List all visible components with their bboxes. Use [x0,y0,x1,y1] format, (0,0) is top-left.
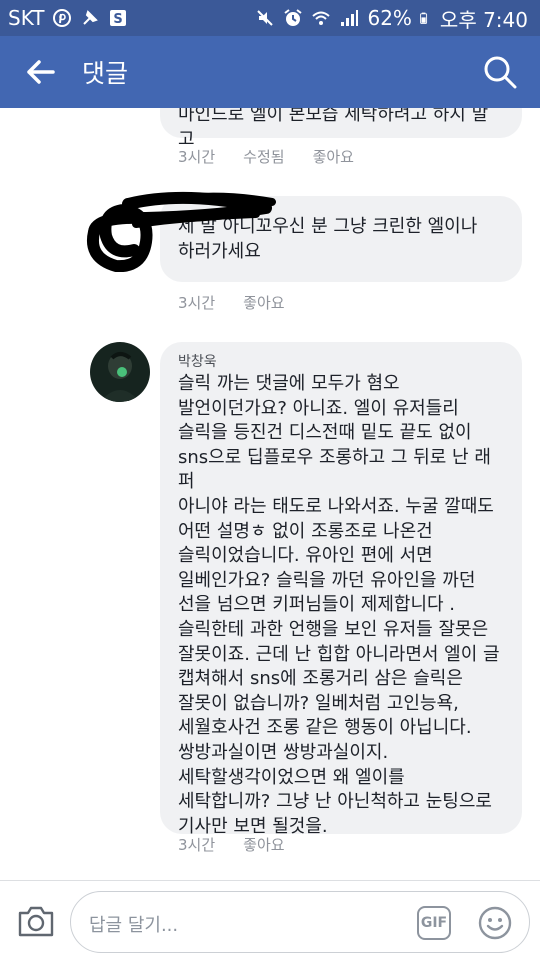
comment-text-line: 슬릭한테 과한 언행을 보인 유저들 잘못은 [178,618,489,640]
pinterest-icon [53,9,72,27]
carrier-label: SKT [8,6,45,30]
reply-composer: 답글 달기... GIF [0,880,540,960]
comment-text-line: 슬릭이었습니다. 유아인 편에 서면 [178,545,433,567]
app-header: 댓글 [0,36,540,108]
signal-icon [341,10,359,26]
back-arrow-icon [27,60,55,84]
comment-meta: 3시간 수정됨 좋아요 [178,146,354,167]
comment-text-line: 슬릭 까는 댓글에 모두가 혐오 [178,373,400,394]
status-left: SKT S [8,6,128,30]
comments-list: 마인드로 엘이 본모습 세탁하려고 하지 말고 3시간 수정됨 좋아요 제 말 … [0,108,540,880]
camera-icon [18,906,54,937]
s-app-icon: S [110,10,127,27]
reply-input[interactable]: 답글 달기... GIF [70,891,530,953]
comment-text-line: 슬릭을 등진건 디스전때 밑도 끝도 없이 [178,422,472,444]
gif-button[interactable]: GIF [417,906,451,940]
reply-input-placeholder: 답글 달기... [89,915,179,936]
like-button[interactable]: 좋아요 [243,292,284,313]
avatar[interactable] [90,342,150,402]
comment-text-line: 잘못이 없습니까? 일베처럼 고인능욕, [178,692,459,714]
comment-edited[interactable]: 수정됨 [243,146,284,167]
comment-time[interactable]: 3시간 [178,292,215,313]
comment-time[interactable]: 3시간 [178,834,215,855]
comment-text-line: 일베인가요? 슬릭을 까던 유아인을 까던 [178,569,476,591]
comment-meta: 3시간 좋아요 [178,834,285,855]
comment-author[interactable]: 박창욱 [178,352,504,372]
camera-button[interactable] [16,903,56,939]
wifi-icon [312,11,331,25]
comment-text-line: 세탁합니까? 그냥 난 아닌척하고 눈팅으로 [178,791,492,813]
emoji-icon [478,906,512,940]
pin-icon [83,10,99,25]
redaction-scribble [87,191,276,272]
battery-icon [420,12,427,24]
comment-text-line: 어떤 설명ㅎ 없이 조롱조로 나온건 [178,520,433,542]
status-bar: SKT S 62% 오후 7:40 [0,0,540,36]
comment-text-line: 쌍방과실이면 쌍방과실이지. [178,741,389,763]
alarm-icon [284,9,303,26]
page-title: 댓글 [82,59,129,88]
mute-icon [257,10,274,26]
comment-text-line: 발언이던가요? 아니죠. 엘이 유저들리 [178,397,459,419]
comment-text-line: 잘못이죠. 근데 난 힙합 아니라면서 엘이 글 [178,643,500,665]
status-right: 62% 오후 7:40 [255,4,528,33]
like-button[interactable]: 좋아요 [243,834,284,855]
gif-icon: GIF [420,915,448,931]
comment-text-line: sns으로 딥플로우 조롱하고 그 뒤로 난 래퍼 [178,446,491,493]
search-icon [484,56,517,89]
like-button[interactable]: 좋아요 [313,146,354,167]
battery-percent: 62% [367,6,412,30]
status-time: 오후 7:40 [439,7,528,32]
back-button[interactable] [0,36,82,108]
comment-bubble: 마인드로 엘이 본모습 세탁하려고 하지 말고 [160,108,522,150]
svg-text:S: S [114,12,123,27]
avatar-image [90,342,150,402]
comment-text-line: 세월호사건 조롱 같은 행동이 아닙니다. [178,717,472,739]
comment-text-line: 아니야 라는 태도로 나와서죠. 누굴 깔때도 [178,495,494,517]
comment-time[interactable]: 3시간 [178,146,215,167]
comment-text-line: 세탁할생각이었으면 왜 엘이를 [178,766,405,788]
comment-text-line: 선을 넘으면 키퍼님들이 제제합니다 . [178,594,456,616]
emoji-button[interactable] [477,905,513,941]
comment-bubble: 박창욱 슬릭 까는 댓글에 모두가 혐오 발언이던가요? 아니죠. 엘이 유저들… [160,342,522,837]
comment-meta: 3시간 좋아요 [178,292,285,313]
comment-text-line: 캡쳐해서 sns에 조롱거리 삼은 슬릭은 [178,668,463,690]
search-button[interactable] [460,36,540,108]
